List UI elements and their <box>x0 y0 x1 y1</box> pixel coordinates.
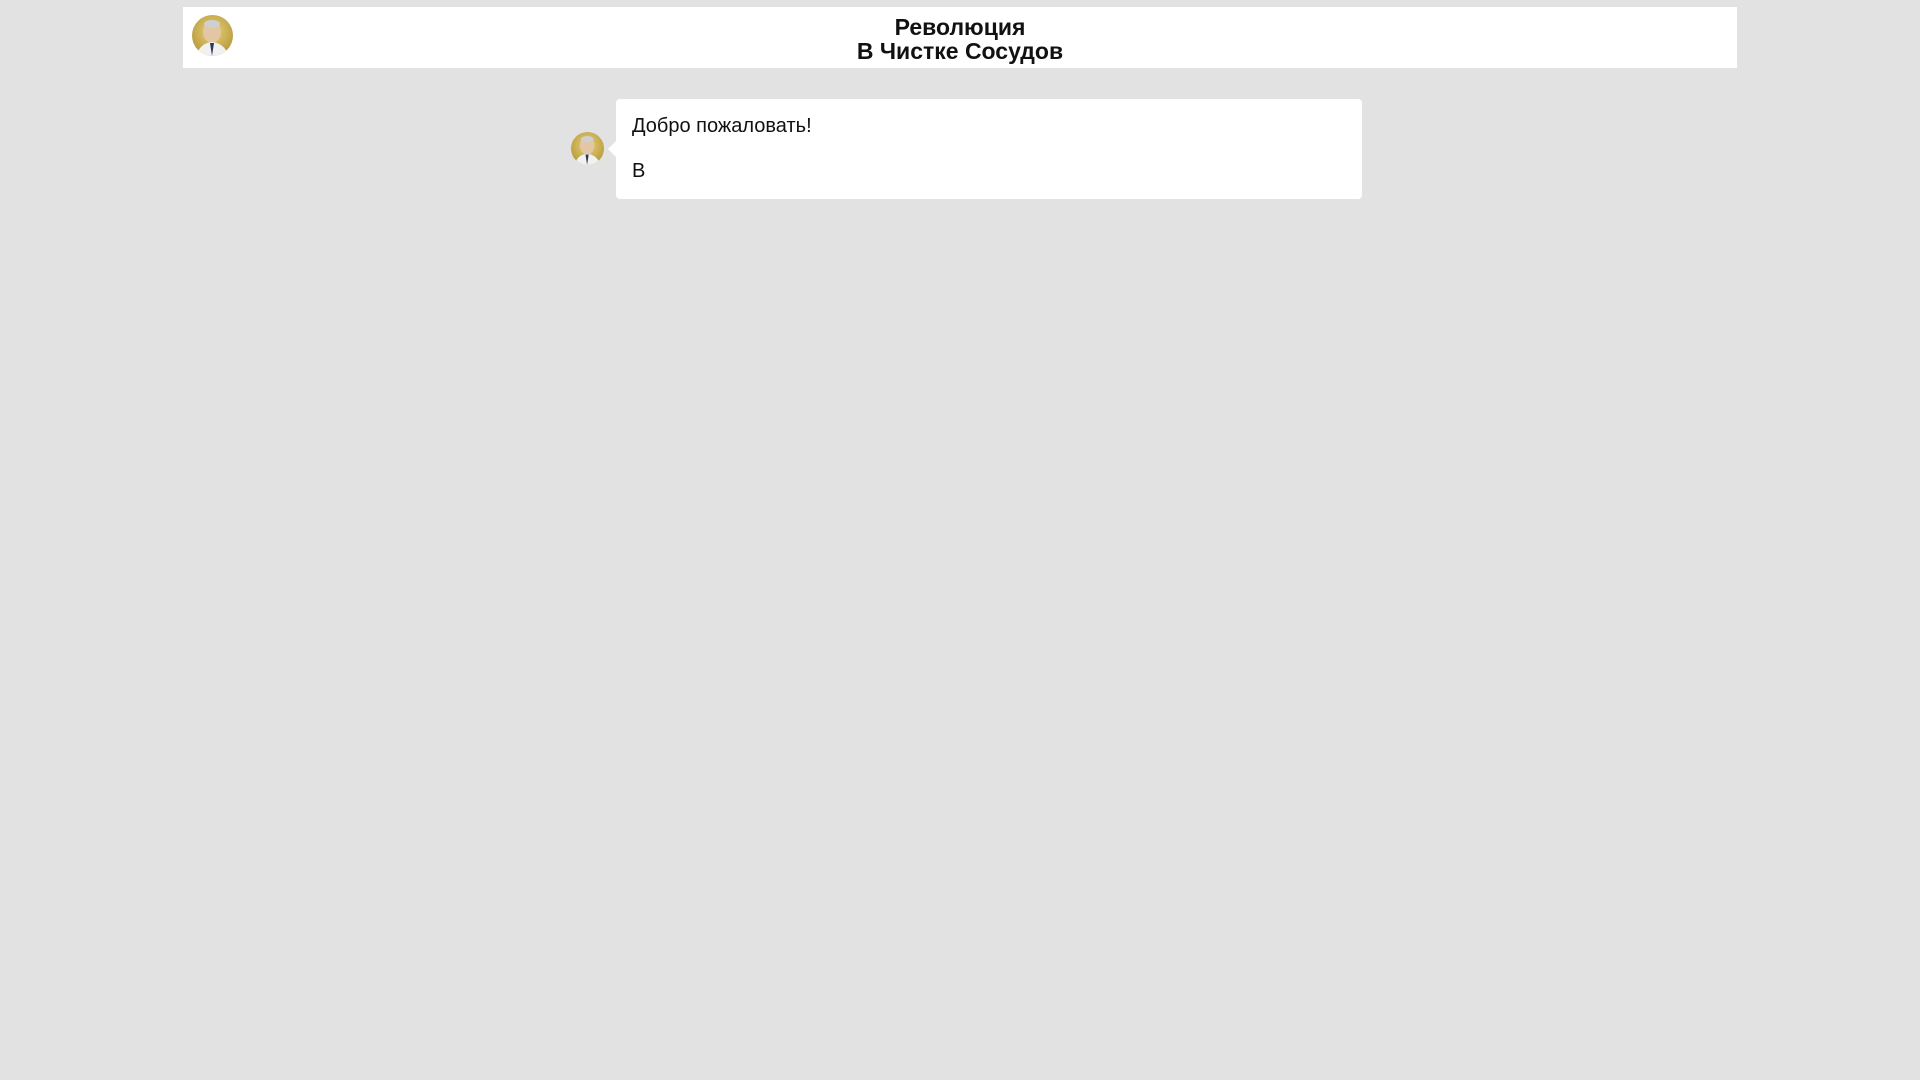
message-bubble: Добро пожаловать! В <box>608 99 1362 199</box>
page-title-line-1: Революция <box>894 14 1026 40</box>
message-text: Добро пожаловать! <box>632 115 812 137</box>
page-title-line-2: В Чистке Сосудов <box>856 38 1064 64</box>
page-title: Революция В Чистке Сосудов <box>183 15 1737 63</box>
chat-header: Революция В Чистке Сосудов <box>183 7 1737 68</box>
avatar[interactable] <box>571 132 604 165</box>
message-text: В <box>632 160 646 182</box>
